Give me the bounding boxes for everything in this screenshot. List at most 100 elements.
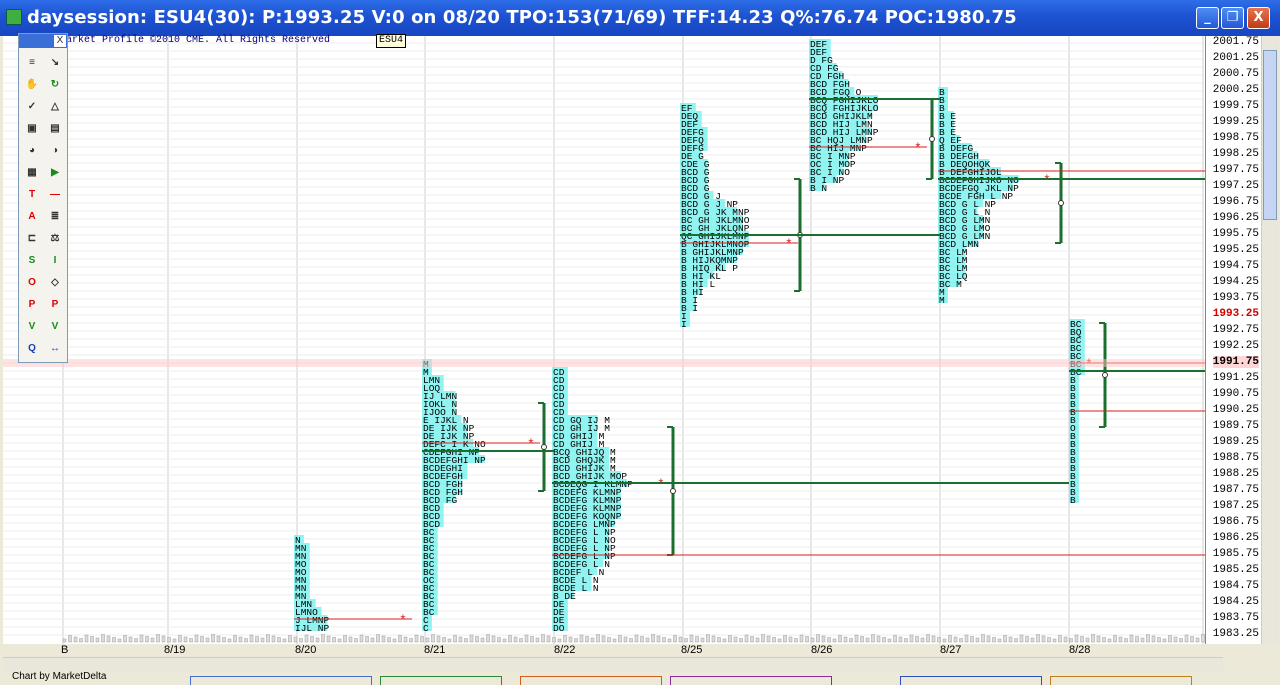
ts-icon[interactable]: T (22, 184, 42, 204)
price-axis-label: 1987.25 (1212, 500, 1259, 512)
palette-icon[interactable]: ◑ (45, 140, 65, 160)
grid-icon[interactable]: ▦ (22, 162, 42, 182)
symbol-icon[interactable]: ✓ (22, 96, 42, 116)
volume-bar (552, 637, 556, 643)
maximize-button[interactable]: ❐ (1221, 7, 1244, 29)
scale-icon[interactable]: ⚖ (45, 228, 65, 248)
close-button[interactable]: X (1247, 7, 1270, 29)
volume-bar (821, 635, 826, 643)
date-axis-label: 8/26 (811, 644, 833, 656)
volume-bar (189, 638, 193, 643)
color-wheel-icon[interactable]: ◕ (22, 140, 42, 160)
volume-bar (1091, 634, 1095, 643)
play-icon[interactable]: ▶ (45, 162, 65, 182)
volume-bar (1179, 638, 1183, 643)
hand-icon[interactable]: ✋ (22, 74, 42, 94)
volume-bar (260, 637, 265, 643)
volume-bar (304, 634, 309, 643)
volume-bar (475, 636, 479, 643)
volume-bar (365, 636, 369, 643)
text-icon[interactable]: A (22, 206, 42, 226)
price-axis-label: 1994.25 (1212, 276, 1259, 288)
volume-bar (337, 638, 342, 643)
xyz-icon[interactable]: △ (45, 96, 65, 116)
volume-bar (128, 636, 133, 643)
move-icon[interactable]: ↔ (45, 338, 65, 358)
scroll-thumb[interactable] (1263, 50, 1277, 220)
copyright-note: arket Profile ©2010 CME. All Rights Rese… (66, 35, 331, 46)
volume-bar (205, 637, 210, 643)
volume-bar (172, 638, 177, 643)
toolbox-close-icon[interactable]: X (54, 35, 66, 47)
poc-icon[interactable]: P (22, 294, 42, 314)
volume-bar (997, 638, 1002, 643)
window-title: daysession: ESU4(30): P:1993.25 V:0 on 0… (27, 7, 1017, 28)
value-area-midpoint (670, 488, 676, 494)
zoom-icon[interactable]: Q (22, 338, 42, 358)
price-axis-label: 2000.75 (1212, 68, 1259, 80)
or-icon[interactable]: O (22, 272, 42, 292)
sheet-tab[interactable] (380, 676, 502, 685)
volume-bar (112, 637, 116, 643)
volume-bar (480, 637, 485, 643)
bars-icon[interactable]: ≣ (45, 206, 65, 226)
price-axis[interactable]: 2001.75 2001.25 2000.75 2000.25 1999.75 1999.… (1205, 36, 1261, 644)
sheet-tab[interactable] (190, 676, 372, 685)
tpo-icon[interactable]: ⊏ (22, 228, 42, 248)
refresh-icon[interactable]: ↻ (45, 74, 65, 94)
vertical-scrollbar[interactable] (1261, 36, 1279, 644)
volume-bar (244, 638, 248, 643)
line-icon[interactable]: — (45, 184, 65, 204)
volume-bar (156, 634, 160, 643)
poc-marker-icon: * (785, 237, 793, 252)
volume-bar (662, 637, 666, 643)
volume-bar (227, 638, 232, 643)
arrow-icon[interactable]: ↘ (45, 52, 65, 72)
camera-icon[interactable]: ▣ (22, 118, 42, 138)
price-axis-label: 1996.25 (1212, 212, 1259, 224)
minimize-button[interactable]: _ (1196, 7, 1219, 29)
sheet-tab[interactable] (900, 676, 1042, 685)
pocv-icon[interactable]: P (45, 294, 65, 314)
volume-bar (392, 638, 397, 643)
sheet-tab[interactable] (520, 676, 662, 685)
volume-bar (1102, 637, 1106, 643)
toolbox-titlebar[interactable]: X (19, 34, 67, 48)
tpo-row-label: M (939, 295, 945, 306)
tpo-row-label: C (423, 623, 429, 634)
horizontal-scrollbar[interactable] (3, 657, 1223, 672)
volume-bar (167, 637, 171, 643)
price-axis-label: 1989.75 (1212, 420, 1259, 432)
volume-bar (1190, 636, 1194, 643)
value-area-midpoint (541, 444, 547, 450)
volume-bar (453, 635, 457, 643)
volume-bar (321, 634, 325, 643)
volume-bar (530, 636, 534, 643)
volume-bar (277, 637, 281, 643)
volume-bar (766, 635, 771, 643)
sheet-tab[interactable] (1050, 676, 1192, 685)
volume-bar (1069, 638, 1073, 643)
volume-bar (860, 636, 864, 643)
sp-icon[interactable]: S (22, 250, 42, 270)
poc-highlight-band (3, 359, 1205, 367)
volume-bar (486, 634, 490, 643)
va-icon[interactable]: V (22, 316, 42, 336)
drawing-toolbox[interactable]: X ≡ ↘ ✋ ↻ ✓ △ ▣ ▤ ◕ ◑ ▦ ▶ T — A ≣ ⊏ ⚖ S I O ◇ P P V V Q ↔ (18, 33, 68, 363)
volume-bar (1173, 636, 1178, 643)
vavo-icon[interactable]: V (45, 316, 65, 336)
chart-area[interactable]: NMNMNMOMOMNMNMNLMNLMNOJ LMNPIJL NP*MMLMN… (3, 36, 1206, 644)
notes-icon[interactable]: ▤ (45, 118, 65, 138)
volume-bar (909, 634, 914, 643)
volume-bar (508, 635, 512, 643)
volume-bar (1113, 635, 1117, 643)
value-area-midpoint (1058, 200, 1064, 206)
list-icon[interactable]: ≡ (22, 52, 42, 72)
diamond-icon[interactable]: ◇ (45, 272, 65, 292)
sheet-tab[interactable] (670, 676, 832, 685)
volume-bar (772, 637, 776, 643)
market-profile-chart[interactable]: NMNMNMOMOMNMNMNLMNLMNOJ LMNPIJL NP*MMLMN… (3, 36, 1206, 644)
ib-icon[interactable]: I (45, 250, 65, 270)
price-axis-label: 2000.25 (1212, 84, 1259, 96)
volume-bar (904, 638, 908, 643)
